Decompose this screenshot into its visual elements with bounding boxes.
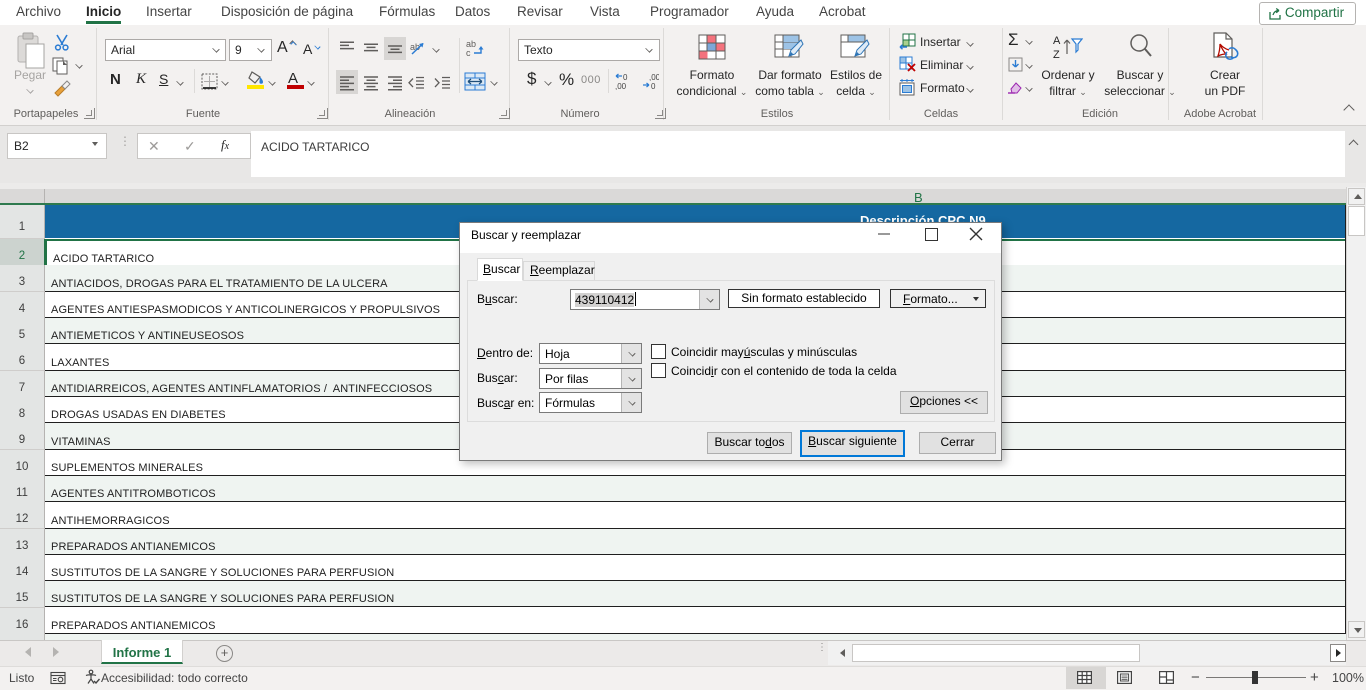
svg-text:,00: ,00 [649,73,659,82]
svg-text:Z: Z [1053,49,1060,61]
svg-text:c: c [466,48,471,58]
svg-text:A: A [1053,35,1061,47]
svg-text:0: 0 [623,73,628,82]
svg-text:,00: ,00 [615,82,627,91]
svg-text:0: 0 [651,82,656,91]
